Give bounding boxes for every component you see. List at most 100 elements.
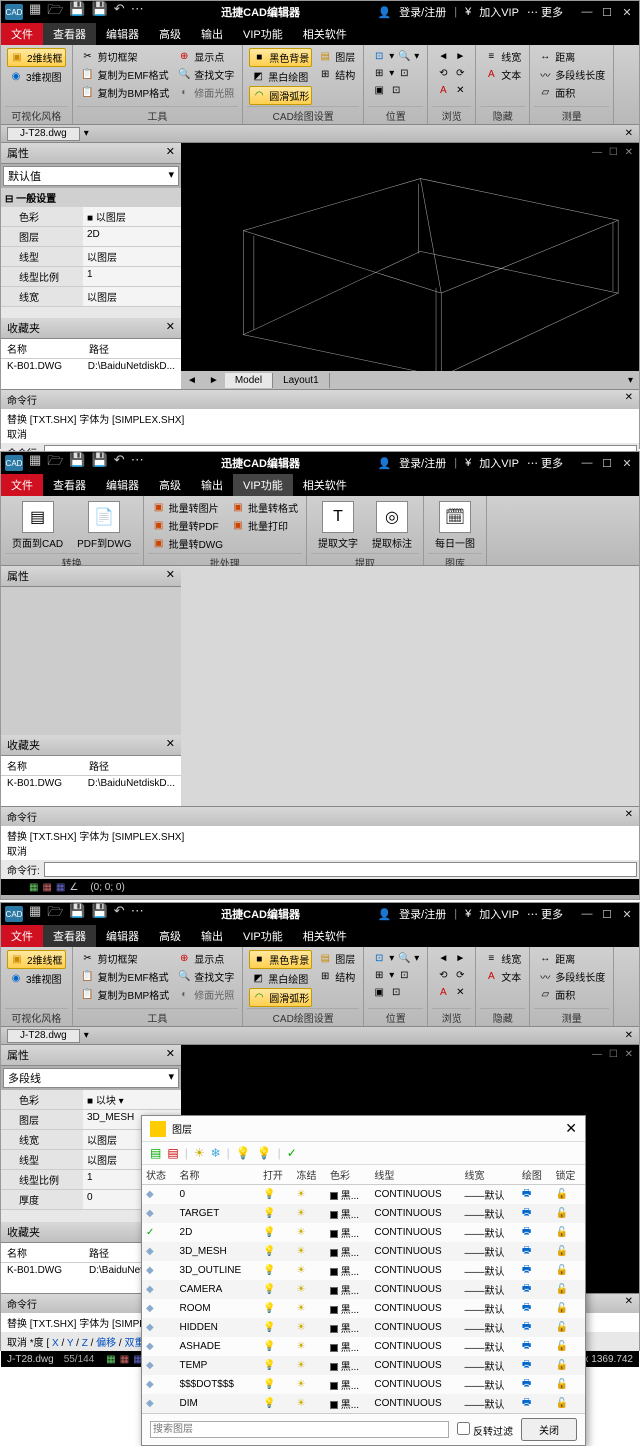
layer-row[interactable]: ◆ROOM💡☀ 黑...CONTINUOUS——默认🖶🔓	[142, 1299, 585, 1318]
layer-row[interactable]: ◆0💡☀ 黑...CONTINUOUS——默认🖶🔓	[142, 1185, 585, 1205]
smooth-button[interactable]: ◐修面光照	[175, 84, 236, 101]
text-button[interactable]: A文本	[482, 66, 523, 83]
login-link[interactable]: 登录/注册	[399, 4, 446, 20]
qat-saveall-icon[interactable]: 💾	[92, 1, 108, 23]
titlebar: CAD ▦ 🗁 💾 💾 ↶ ⋯ 迅捷CAD编辑器 👤 登录/注册 | ¥ 加入V…	[1, 1, 639, 23]
br-1[interactable]: ◄►	[434, 48, 469, 64]
extract-mark-button[interactable]: ◎提取标注	[365, 498, 419, 553]
qat-open-icon[interactable]: 🗁	[47, 1, 63, 23]
bw-button[interactable]: ◩黑白绘图	[249, 68, 312, 85]
qat-undo-icon[interactable]: ↶	[114, 1, 125, 23]
view3d-button[interactable]: ◉3维视图	[7, 68, 66, 85]
layer-row[interactable]: ◆HIDDEN💡☀ 黑...CONTINUOUS——默认🖶🔓	[142, 1318, 585, 1337]
dist-button[interactable]: ↔距离	[536, 48, 607, 65]
daily-button[interactable]: 🗓每日一图	[428, 498, 482, 553]
batch-img[interactable]: ▣批量转图片	[150, 499, 225, 516]
tab-editor[interactable]: 编辑器	[96, 23, 149, 45]
len-button[interactable]: 〰多段线长度	[536, 66, 607, 83]
tab-output[interactable]: 输出	[191, 23, 233, 45]
prop-table: ⊟ 一般设置 色彩■ 以图层 图层2D 线型以图层 线型比例1 线宽以图层	[1, 188, 181, 318]
arc-button[interactable]: ◠圆滑弧形	[249, 86, 312, 105]
canvas[interactable]: — ☐ ✕ ◄ ► Model Layout1 ▾	[181, 143, 639, 389]
batch-fmt[interactable]: ▣批量转格式	[229, 499, 300, 516]
tb-bulb[interactable]: 💡	[236, 1146, 251, 1160]
pos-1[interactable]: ⊡▾ 🔍▾	[370, 48, 421, 64]
cmd-close[interactable]: ✕	[625, 392, 633, 407]
pos-2[interactable]: ⊞▾ ⊡	[370, 65, 421, 81]
qat-save-icon[interactable]: 💾	[69, 1, 85, 23]
prop-section[interactable]: ⊟ 一般设置	[1, 188, 181, 207]
qat-redo-icon[interactable]: ⋯	[131, 1, 144, 23]
more-link[interactable]: ⋯ 更多	[527, 4, 563, 20]
dlg-close[interactable]: ✕	[565, 1120, 577, 1137]
layer-search[interactable]	[150, 1421, 449, 1438]
invert-filter[interactable]: 反转过滤	[457, 1422, 513, 1438]
bgblack-button[interactable]: ■黑色背景	[249, 48, 312, 67]
batch-print[interactable]: ▣批量打印	[229, 517, 300, 534]
tab-related[interactable]: 相关软件	[293, 23, 357, 45]
pos-3[interactable]: ▣ ⊡	[370, 82, 421, 98]
dock-close[interactable]: ✕	[625, 128, 633, 139]
disp-button[interactable]: ⊕显示点	[175, 48, 236, 65]
app-window-3: CAD ▦🗁💾💾↶⋯ 迅捷CAD编辑器 👤登录/注册| ¥加入VIP ⋯ 更多 …	[0, 902, 640, 1351]
wire2d-button[interactable]: ▣2维线框	[7, 48, 66, 67]
layer-row[interactable]: ◆TARGET💡☀ 黑...CONTINUOUS——默认🖶🔓	[142, 1204, 585, 1223]
app-title: 迅捷CAD编辑器	[144, 4, 378, 20]
tb-bulb2[interactable]: 💡	[257, 1146, 272, 1160]
page-to-cad-button[interactable]: ▤页面到CAD	[5, 498, 70, 553]
tab-advanced[interactable]: 高级	[149, 23, 191, 45]
mtab-next[interactable]: ►	[203, 375, 225, 386]
app-window-1: CAD ▦ 🗁 💾 💾 ↶ ⋯ 迅捷CAD编辑器 👤 登录/注册 | ¥ 加入V…	[0, 0, 640, 449]
dock-arrow[interactable]: ▾	[84, 128, 89, 139]
layer-toolbar: ▤ ▤ | ☀ ❄ | 💡 💡 | ✓	[142, 1142, 585, 1165]
user-icon: 👤	[377, 6, 391, 19]
find-button[interactable]: 🔍查找文字	[175, 66, 236, 83]
mtab-prev[interactable]: ◄	[181, 375, 203, 386]
dock-tab[interactable]: J-T28.dwg	[7, 127, 80, 141]
tb-check[interactable]: ✓	[287, 1146, 297, 1160]
cmd-input[interactable]	[44, 862, 637, 877]
prop-close[interactable]: ✕	[166, 145, 175, 161]
layer-row[interactable]: ◆ASHADE💡☀ 黑...CONTINUOUS——默认🖶🔓	[142, 1337, 585, 1356]
layer-row[interactable]: ✓2D💡☀ 黑...CONTINUOUS——默认🖶🔓	[142, 1223, 585, 1242]
blank-canvas[interactable]	[181, 566, 639, 806]
extract-text-button[interactable]: T提取文字	[311, 498, 365, 553]
close-button[interactable]: 关闭	[521, 1418, 577, 1441]
batch-dwg[interactable]: ▣批量转DWG	[150, 535, 225, 552]
fav-name[interactable]: K-B01.DWG	[1, 359, 82, 374]
area-button[interactable]: ▱面积	[536, 84, 607, 101]
canvas-controls[interactable]: — ☐ ✕	[592, 147, 635, 158]
lw-button[interactable]: ≡线宽	[482, 48, 523, 65]
emf-button[interactable]: 📋复制为EMF格式	[79, 66, 172, 83]
group-hide: 隐藏	[480, 106, 525, 124]
tb-new[interactable]: ▤	[150, 1146, 161, 1160]
layer-row[interactable]: ◆$$$DOT$$$💡☀ 黑...CONTINUOUS——默认🖶🔓	[142, 1375, 585, 1394]
layer-button[interactable]: ▤图层	[316, 48, 357, 65]
tab-vip[interactable]: VIP功能	[233, 23, 293, 45]
cut-button[interactable]: ✂剪切框架	[79, 48, 172, 65]
vip-link[interactable]: 加入VIP	[479, 4, 519, 20]
br-3[interactable]: A✕	[434, 82, 469, 98]
close-button[interactable]: ✕	[619, 6, 635, 19]
bmp-button[interactable]: 📋复制为BMP格式	[79, 84, 172, 101]
tab-file[interactable]: 文件	[1, 23, 43, 45]
qat-new-icon[interactable]: ▦	[29, 1, 41, 23]
max-button[interactable]: ☐	[599, 6, 615, 19]
tab-layout1[interactable]: Layout1	[273, 373, 330, 388]
layer-row[interactable]: ◆3D_MESH💡☀ 黑...CONTINUOUS——默认🖶🔓	[142, 1242, 585, 1261]
tab-model[interactable]: Model	[225, 373, 273, 388]
br-2[interactable]: ⟲⟳	[434, 65, 469, 81]
tab-viewer[interactable]: 查看器	[43, 23, 96, 45]
tb-sun[interactable]: ☀	[194, 1146, 205, 1160]
fav-close[interactable]: ✕	[166, 320, 175, 336]
layer-row[interactable]: ◆3D_OUTLINE💡☀ 黑...CONTINUOUS——默认🖶🔓	[142, 1261, 585, 1280]
layer-row[interactable]: ◆DIM💡☀ 黑...CONTINUOUS——默认🖶🔓	[142, 1394, 585, 1413]
tb-del[interactable]: ▤	[167, 1146, 178, 1160]
min-button[interactable]: —	[579, 6, 595, 19]
batch-pdf[interactable]: ▣批量转PDF	[150, 517, 225, 534]
prop-dropdown[interactable]: 默认值▾	[3, 166, 179, 186]
tb-snow[interactable]: ❄	[211, 1146, 221, 1160]
struct-button[interactable]: ⊞结构	[316, 66, 357, 83]
layer-row[interactable]: ◆CAMERA💡☀ 黑...CONTINUOUS——默认🖶🔓	[142, 1280, 585, 1299]
pdf-to-dwg-button[interactable]: 📄PDF到DWG	[70, 498, 138, 553]
